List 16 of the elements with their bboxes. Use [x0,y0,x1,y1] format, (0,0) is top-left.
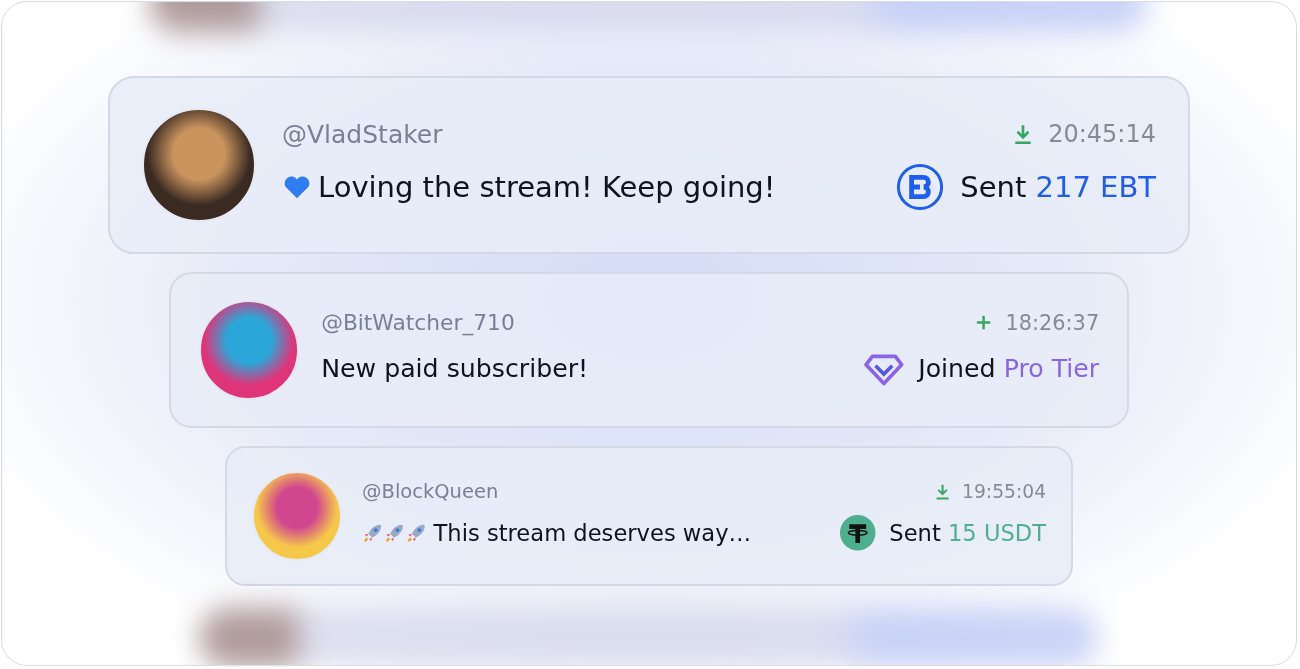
username: @BlockQueen [362,480,499,504]
message-text: Loving the stream! Keep going! [318,169,776,204]
transaction-text: Joined Pro Tier [918,354,1100,383]
download-icon [934,483,952,501]
message-text: New paid subscriber! [321,354,589,383]
username: @BitWatcher_710 [321,310,515,336]
rockets-icon [362,522,428,544]
timestamp: 19:55:04 [962,481,1047,503]
transaction-text: Sent 217 EBT [960,169,1156,204]
tether-logo-icon [839,514,877,552]
message-text: This stream deserves way… [433,520,752,547]
timestamp: 18:26:37 [1005,310,1100,335]
transaction-text: Sent 15 USDT [889,520,1047,547]
username: @VladStaker [282,119,443,149]
token-logo-icon [896,162,945,211]
timestamp: 20:45:14 [1048,120,1156,148]
